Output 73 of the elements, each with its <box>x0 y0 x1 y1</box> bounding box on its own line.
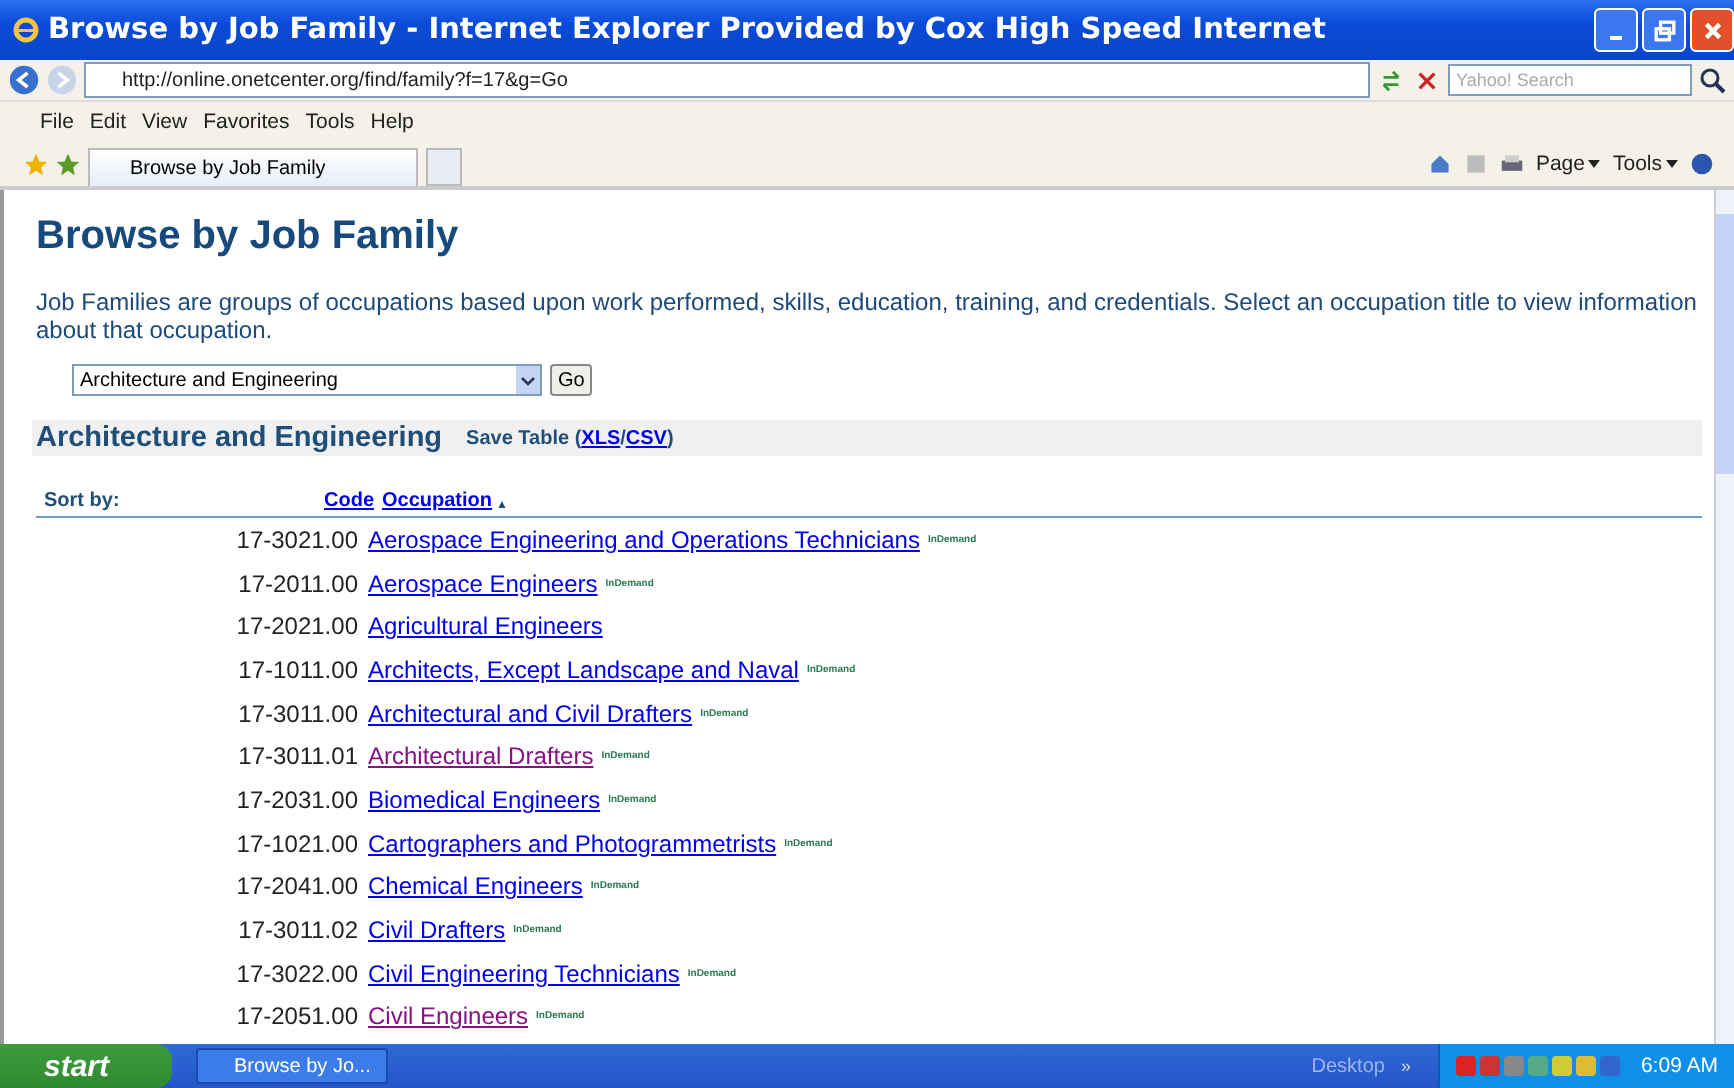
taskbar-window-button[interactable]: Browse by Jo... <box>196 1048 388 1084</box>
home-icon[interactable] <box>1427 152 1452 176</box>
occupation-code: 17-3011.01 <box>236 742 360 771</box>
occupation-code: 17-2051.00 <box>234 1002 360 1031</box>
occupation-code: 17-3011.02 <box>236 916 360 945</box>
back-icon[interactable] <box>8 64 40 96</box>
occupation-code: 17-1021.00 <box>234 829 360 858</box>
job-title-link[interactable]: Architectural Drafters <box>368 742 594 771</box>
close-button[interactable] <box>1690 8 1734 52</box>
menu-item[interactable]: View <box>142 110 188 134</box>
minimize-icon <box>1610 36 1622 40</box>
window-title: Browse by Job Family - Internet Explorer Provided by Cox High Speed Internet <box>48 14 1326 46</box>
sort-by-label: Sort by: <box>42 490 122 512</box>
page-menu[interactable]: Page <box>1535 152 1585 176</box>
xls-link[interactable]: XLS <box>581 427 621 449</box>
add-favorite-icon[interactable] <box>56 152 80 176</box>
printer-icon[interactable] <box>1499 152 1524 176</box>
occupation-code: 17-3021.00 <box>234 525 360 554</box>
restore-button[interactable] <box>1642 8 1686 52</box>
occupation-code: 17-1011.00 <box>236 655 360 684</box>
job-title-link[interactable]: Aerospace Engineering and Operations Technicians <box>368 525 920 554</box>
address-field[interactable]: http://online.onetcenter.org/find/family?f=17&g=Go <box>84 62 1370 98</box>
page-heading: Browse by Job Family <box>36 214 461 260</box>
job-title-link[interactable]: Architectural and Civil Drafters <box>368 699 693 728</box>
occupation-code: 17-3022.00 <box>234 959 360 988</box>
chevron-down-icon <box>520 375 536 385</box>
menu-item[interactable]: Edit <box>89 110 127 134</box>
desktop-toolbar-label: Desktop <box>1311 1055 1385 1077</box>
csv-link[interactable]: CSV <box>625 427 667 449</box>
slash-text: / <box>620 427 626 449</box>
toolbar-chevron[interactable]: » <box>1400 1056 1411 1076</box>
occupation-code: 17-2041.00 <box>234 872 360 901</box>
menu-item[interactable]: File <box>40 110 74 134</box>
job-title-link[interactable]: Civil Drafters <box>368 916 506 945</box>
occupation-code: 17-2021.00 <box>234 612 360 641</box>
intro-paragraph: Job Families are groups of occupations based upon work performed, skills, education, training, and credentials. Select an occupation title to view information about that occupation. <box>36 288 1699 344</box>
caret-icon[interactable] <box>1588 160 1601 168</box>
minimize-button[interactable] <box>1594 8 1638 52</box>
browser-tab[interactable]: Browse by Job Family <box>88 148 418 186</box>
job-title-link[interactable]: Cartographers and Photogrammetrists <box>368 829 777 858</box>
family-dropdown[interactable]: Architecture and Engineering <box>72 364 542 396</box>
occupation-sort-link[interactable]: Occupation <box>382 490 493 512</box>
occupation-code: 17-3011.00 <box>236 699 360 728</box>
job-title-link[interactable]: Biomedical Engineers <box>368 785 601 814</box>
caret-icon[interactable] <box>1666 160 1678 168</box>
menu-item[interactable]: Favorites <box>203 110 290 134</box>
restore-icon <box>1653 19 1675 41</box>
job-title-link[interactable]: Architects, Except Landscape and Naval <box>368 655 799 684</box>
browser-logo-icon <box>12 16 40 44</box>
job-title-link[interactable]: Civil Engineers <box>368 1002 529 1031</box>
save-table-label: Save Table ( <box>466 427 582 449</box>
job-title-link[interactable]: Aerospace Engineers <box>368 569 598 598</box>
code-sort-link[interactable]: Code <box>324 490 374 512</box>
search-field[interactable]: Yahoo! Search <box>1448 64 1692 96</box>
paren-text: ) <box>666 427 674 449</box>
job-title-link[interactable]: Chemical Engineers <box>368 872 583 901</box>
close-icon <box>1701 19 1723 41</box>
search-icon[interactable] <box>1698 66 1726 94</box>
star-icon[interactable] <box>24 152 48 176</box>
vertical-scrollbar[interactable] <box>1714 190 1734 1044</box>
job-title-link[interactable]: Civil Engineering Technicians <box>368 959 680 988</box>
go-button[interactable]: Go <box>550 364 593 396</box>
menu-item[interactable]: Tools <box>305 110 355 134</box>
job-title-link[interactable]: Agricultural Engineers <box>368 612 603 641</box>
occupation-code: 17-2031.00 <box>234 785 360 814</box>
menu-item[interactable]: Help <box>370 110 414 134</box>
occupation-code: 17-2011.00 <box>236 569 360 598</box>
start-button[interactable]: start <box>0 1044 172 1088</box>
tools-menu[interactable]: Tools <box>1612 152 1662 176</box>
stop-icon[interactable] <box>1416 69 1438 91</box>
section-title: Architecture and Engineering <box>36 422 443 454</box>
refresh-icon[interactable] <box>1380 69 1402 91</box>
clock: 6:09 AM <box>1640 1054 1718 1078</box>
